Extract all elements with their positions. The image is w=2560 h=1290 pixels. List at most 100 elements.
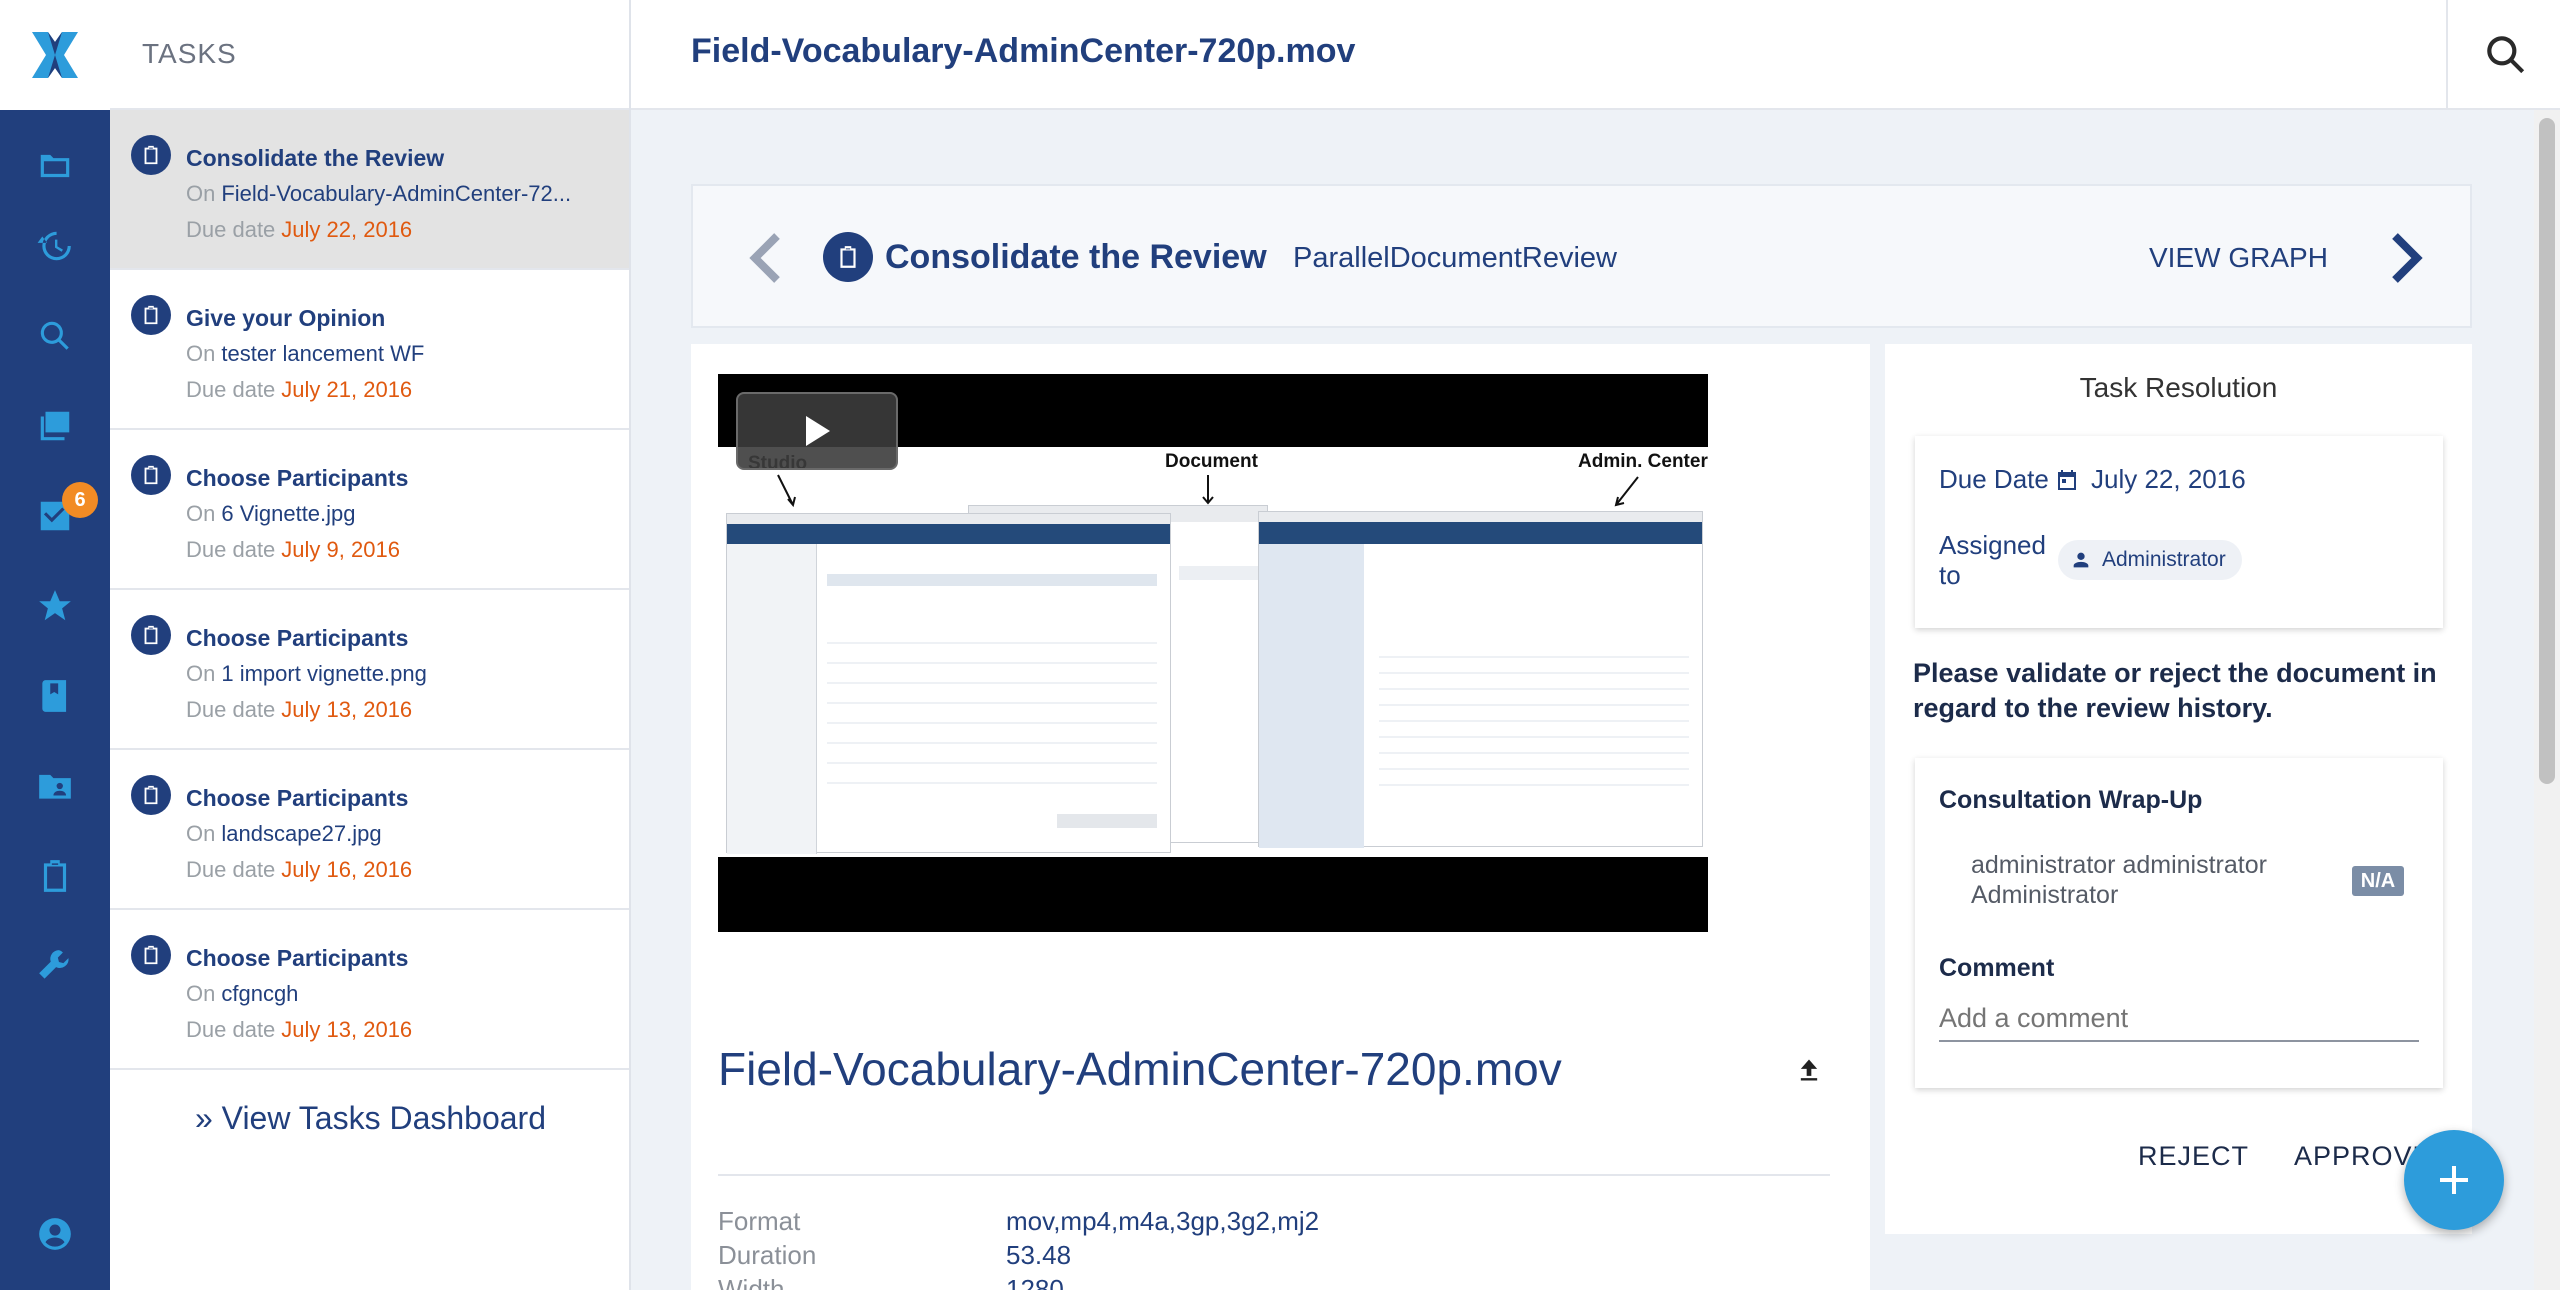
task-target: landscape27.jpg xyxy=(221,821,382,846)
due-date-label: Due Date xyxy=(1939,464,2049,494)
comment-label: Comment xyxy=(1939,954,2055,982)
divider xyxy=(2446,0,2448,110)
clipboard-icon xyxy=(131,455,171,495)
play-button[interactable] xyxy=(736,392,898,470)
task-header-title: Consolidate the Review xyxy=(885,238,1267,276)
task-due-date: July 13, 2016 xyxy=(281,697,413,722)
task-list-item[interactable]: Choose Participants On 1 import vignette.… xyxy=(110,590,629,750)
task-due-date: July 13, 2016 xyxy=(281,1017,413,1042)
task-on-label: On xyxy=(186,661,216,686)
chevron-right-icon[interactable] xyxy=(2383,230,2427,286)
assignee-chip[interactable]: Administrator xyxy=(2058,540,2242,580)
user-icon xyxy=(2073,552,2089,568)
folder-icon[interactable] xyxy=(27,138,83,194)
top-bar: Field-Vocabulary-AdminCenter-720p.mov xyxy=(631,0,2560,110)
admin-center-screenshot xyxy=(1258,511,1703,848)
tasks-panel-title: TASKS xyxy=(110,0,629,110)
task-on-label: On xyxy=(186,981,216,1006)
calendar-icon xyxy=(2058,470,2076,490)
task-target: cfgncgh xyxy=(221,981,299,1006)
history-icon[interactable] xyxy=(27,218,83,274)
metadata-value: 1280 xyxy=(1006,1274,1064,1290)
plus-icon xyxy=(2440,1166,2468,1194)
task-target: Field-Vocabulary-AdminCenter-72... xyxy=(221,181,572,206)
task-due-label: Due date xyxy=(186,697,276,722)
metadata-value: 53.48 xyxy=(1006,1240,1072,1270)
upload-icon[interactable] xyxy=(1795,1056,1823,1084)
assignee-name: Administrator xyxy=(2102,548,2226,571)
comment-input[interactable] xyxy=(1939,996,2419,1042)
due-date-value: July 22, 2016 xyxy=(2091,464,2246,494)
document-title: Field-Vocabulary-AdminCenter-720p.mov xyxy=(718,1043,1562,1095)
reject-button[interactable]: REJECT xyxy=(2138,1141,2249,1172)
video-label-admin-center: Admin. Center xyxy=(1578,451,1708,472)
clipboard-icon xyxy=(131,615,171,655)
clipboard-icon xyxy=(131,935,171,975)
task-due-date: July 21, 2016 xyxy=(281,377,413,402)
task-list-item[interactable]: Give your Opinion On tester lancement WF … xyxy=(110,270,629,430)
assigned-to-label: Assigned to xyxy=(1939,530,2046,590)
task-due-label: Due date xyxy=(186,1017,276,1042)
video-label-document: Document xyxy=(1165,451,1258,472)
studio-screenshot xyxy=(726,513,1171,854)
task-title: Choose Participants xyxy=(186,785,409,811)
page-title: Field-Vocabulary-AdminCenter-720p.mov xyxy=(691,32,1356,70)
task-list-item[interactable]: Consolidate the Review On Field-Vocabular… xyxy=(110,110,629,270)
task-due-date: July 9, 2016 xyxy=(281,537,400,562)
video-frame: Studio Document Admin. Center xyxy=(718,447,1708,857)
search-icon[interactable] xyxy=(2481,30,2531,80)
task-on-label: On xyxy=(186,181,216,206)
collections-icon[interactable] xyxy=(27,398,83,454)
metadata-key: Duration xyxy=(718,1240,817,1270)
divider xyxy=(718,1174,1830,1176)
task-due-label: Due date xyxy=(186,537,276,562)
task-due-label: Due date xyxy=(186,377,276,402)
task-due-date: July 22, 2016 xyxy=(281,217,413,242)
clipboard-icon[interactable] xyxy=(27,848,83,904)
task-on-label: On xyxy=(186,501,216,526)
workflow-name: ParallelDocumentReview xyxy=(1293,242,1617,274)
view-tasks-dashboard-link[interactable]: » View Tasks Dashboard xyxy=(110,1100,631,1137)
search-icon[interactable] xyxy=(27,308,83,364)
task-details-box: Due Date July 22, 2016 Assigned to Admin… xyxy=(1915,436,2443,628)
video-player[interactable]: Studio Document Admin. Center xyxy=(718,374,1708,932)
book-icon[interactable] xyxy=(27,668,83,724)
metadata-row: Width 1280 xyxy=(718,1274,1064,1290)
task-title: Choose Participants xyxy=(186,465,409,491)
task-list-item[interactable]: Choose Participants On landscape27.jpg Du… xyxy=(110,750,629,910)
task-on-label: On xyxy=(186,821,216,846)
document-card: Studio Document Admin. Center xyxy=(691,344,1870,1290)
consultation-box: Consultation Wrap-Up administrator admin… xyxy=(1915,758,2443,1088)
task-target: 6 Vignette.jpg xyxy=(221,501,356,526)
nuxeo-logo[interactable] xyxy=(0,0,110,110)
view-graph-button[interactable]: VIEW GRAPH xyxy=(2149,242,2328,274)
task-due-date: July 16, 2016 xyxy=(281,857,413,882)
wrench-icon[interactable] xyxy=(27,938,83,994)
task-title: Consolidate the Review xyxy=(186,145,445,171)
task-header-card: Consolidate the Review ParallelDocumentR… xyxy=(691,184,2472,328)
task-title: Give your Opinion xyxy=(186,305,386,331)
play-icon xyxy=(806,416,830,446)
task-list-item[interactable]: Choose Participants On cfgncgh Due date Ju… xyxy=(110,910,629,1070)
metadata-value: mov,mp4,m4a,3gp,3g2,mj2 xyxy=(1006,1206,1320,1236)
clipboard-icon xyxy=(131,135,171,175)
clipboard-icon xyxy=(131,295,171,335)
task-instructions: Please validate or reject the document i… xyxy=(1913,658,2437,723)
metadata-row: Format mov,mp4,m4a,3gp,3g2,mj2 xyxy=(718,1206,1319,1237)
task-on-label: On xyxy=(186,341,216,366)
user-folder-icon[interactable] xyxy=(27,758,83,814)
task-title: Choose Participants xyxy=(186,945,409,971)
chevron-left-icon[interactable] xyxy=(745,230,789,286)
task-list-item[interactable]: Choose Participants On 6 Vignette.jpg Due… xyxy=(110,430,629,590)
wrapup-user: administrator administrator Administrato… xyxy=(1971,851,2267,909)
task-resolution-title: Task Resolution xyxy=(2079,372,2278,403)
scrollbar-thumb[interactable] xyxy=(2539,118,2555,784)
task-target: tester lancement WF xyxy=(221,341,425,366)
task-target: 1 import vignette.png xyxy=(221,661,427,686)
favorites-icon[interactable] xyxy=(27,578,83,634)
task-resolution-card: Task Resolution Due Date July 22, 2016 A… xyxy=(1885,344,2472,1234)
add-button[interactable] xyxy=(2404,1130,2504,1230)
account-icon[interactable] xyxy=(27,1206,83,1262)
status-badge: N/A xyxy=(2352,866,2404,896)
task-due-label: Due date xyxy=(186,857,276,882)
